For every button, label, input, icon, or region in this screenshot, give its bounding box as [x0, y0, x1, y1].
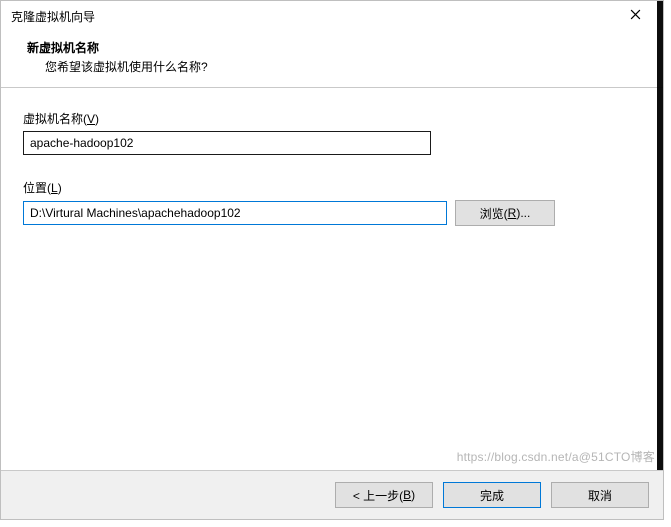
- header-title: 新虚拟机名称: [27, 39, 645, 56]
- browse-label-post: )...: [516, 206, 530, 220]
- browse-button[interactable]: 浏览(R)...: [455, 200, 555, 226]
- vm-location-input[interactable]: [23, 201, 447, 225]
- back-label-pre: < 上一步(: [353, 487, 403, 504]
- vm-location-group: 位置(L) 浏览(R)...: [23, 179, 641, 226]
- vm-name-input[interactable]: [23, 131, 431, 155]
- close-icon: [630, 9, 641, 23]
- vm-name-label-pre: 虚拟机名称(: [23, 112, 87, 126]
- close-button[interactable]: [615, 2, 655, 30]
- browse-label-mn: R: [508, 206, 517, 220]
- back-label-post: ): [411, 488, 415, 502]
- vm-name-group: 虚拟机名称(V): [23, 110, 641, 155]
- window-title: 克隆虚拟机向导: [11, 8, 615, 25]
- finish-button[interactable]: 完成: [443, 482, 541, 508]
- vm-location-label-mn: L: [51, 181, 58, 195]
- back-button[interactable]: < 上一步(B): [335, 482, 433, 508]
- cancel-button[interactable]: 取消: [551, 482, 649, 508]
- content-area: 虚拟机名称(V) 位置(L) 浏览(R)...: [1, 88, 663, 260]
- header-subtitle: 您希望该虚拟机使用什么名称?: [27, 58, 645, 75]
- vm-name-label-post: ): [95, 112, 99, 126]
- vm-location-label: 位置(L): [23, 179, 641, 196]
- vm-location-label-pre: 位置(: [23, 181, 51, 195]
- vm-location-row: 浏览(R)...: [23, 200, 641, 226]
- right-shadow: [657, 1, 663, 471]
- vm-location-label-post: ): [58, 181, 62, 195]
- button-bar: < 上一步(B) 完成 取消: [1, 471, 663, 519]
- titlebar: 克隆虚拟机向导: [1, 1, 663, 31]
- vm-name-label: 虚拟机名称(V): [23, 110, 641, 127]
- cancel-label: 取消: [588, 487, 612, 504]
- vm-name-label-mn: V: [87, 112, 95, 126]
- wizard-header: 新虚拟机名称 您希望该虚拟机使用什么名称?: [1, 31, 663, 85]
- wizard-window: 克隆虚拟机向导 新虚拟机名称 您希望该虚拟机使用什么名称? 虚拟机名称(V) 位…: [0, 0, 664, 520]
- back-label-mn: B: [403, 488, 411, 502]
- browse-label-pre: 浏览(: [480, 205, 508, 222]
- watermark-text: https://blog.csdn.net/a@51CTO博客: [457, 448, 655, 465]
- finish-label: 完成: [480, 487, 504, 504]
